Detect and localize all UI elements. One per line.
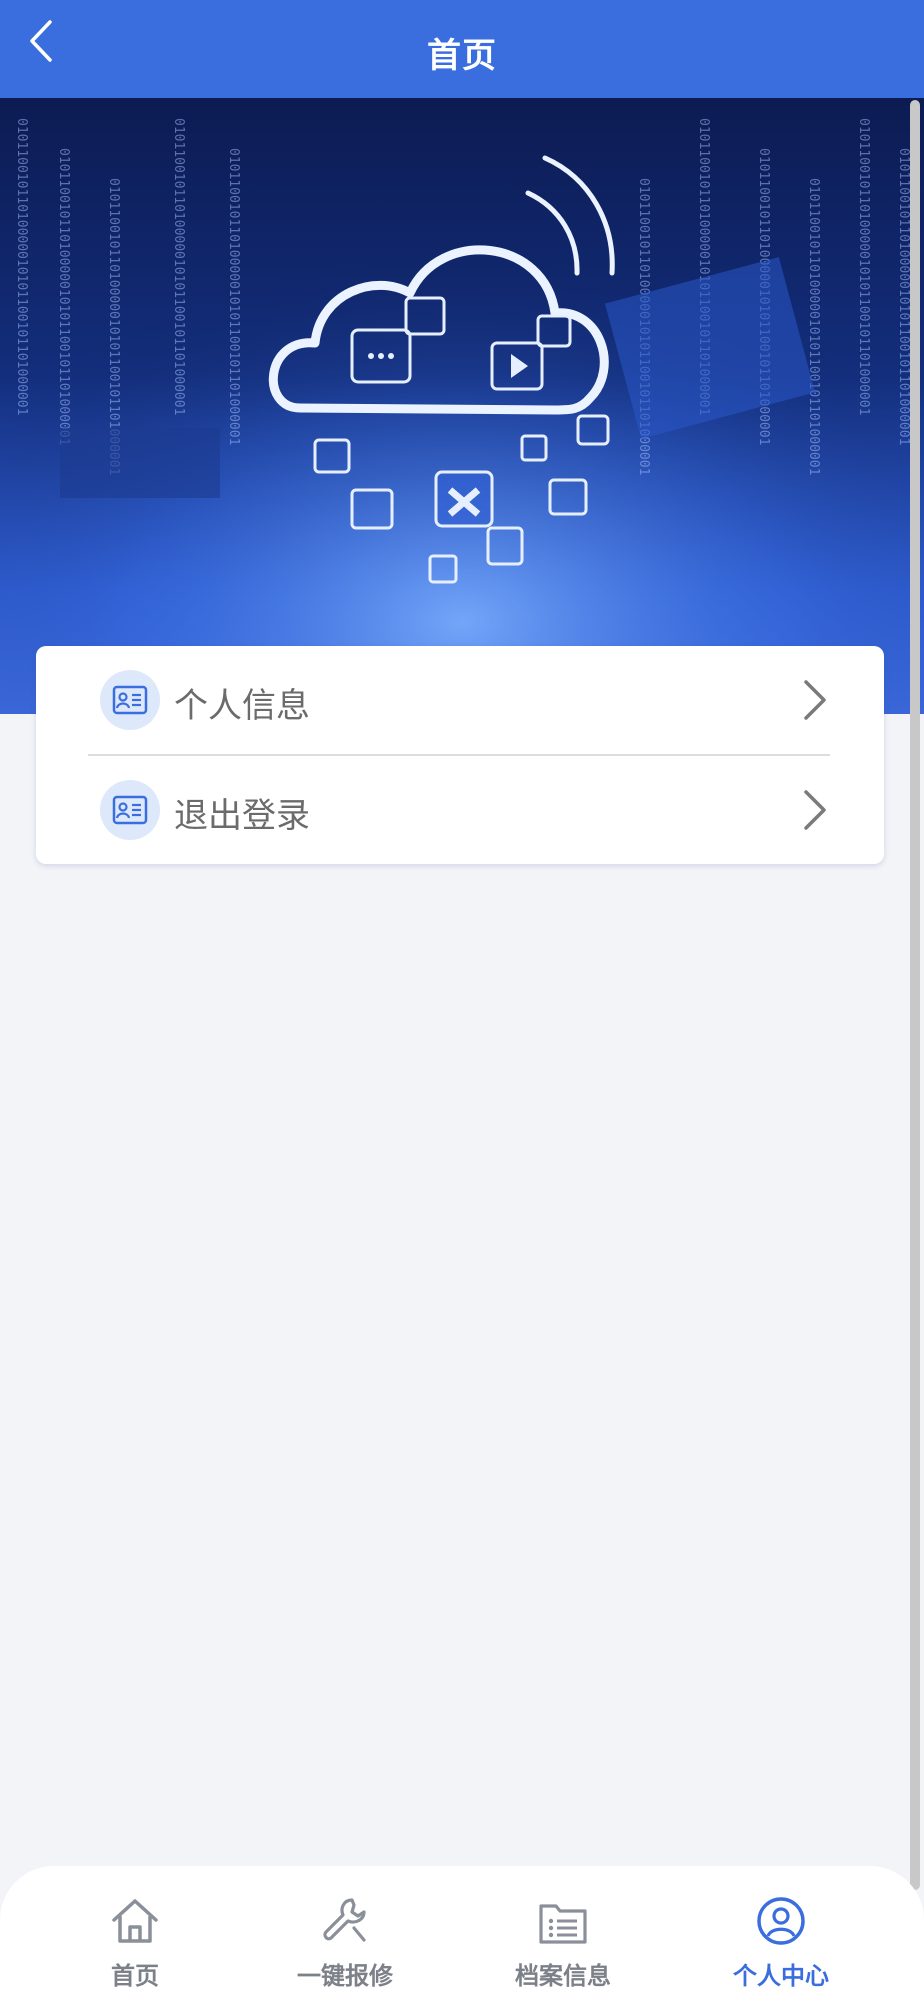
menu-item-logout[interactable]: 退出登录 bbox=[36, 756, 884, 864]
tab-home[interactable]: 首页 bbox=[20, 1866, 250, 2000]
binary-column: 01011001011010000010101100101101000001 bbox=[806, 178, 821, 475]
tab-label: 个人中心 bbox=[733, 1962, 829, 1990]
tab-archive[interactable]: 档案信息 bbox=[448, 1866, 678, 2000]
tab-label: 档案信息 bbox=[515, 1962, 611, 1990]
wrench-icon bbox=[323, 1898, 366, 1942]
scrollbar[interactable] bbox=[910, 100, 920, 1890]
banner-image: 01011001011010000010101100101101000001 01… bbox=[0, 98, 924, 714]
binary-column: 01011001011010000010101100101101000001 bbox=[171, 118, 186, 415]
chevron-right-icon bbox=[804, 790, 826, 830]
cloud-technology-illustration: 01011001011010000010101100101101000001 01… bbox=[0, 98, 924, 714]
tab-profile[interactable]: 个人中心 bbox=[666, 1866, 896, 2000]
bottom-tab-bar: 首页 一键报修 档案信息 个人中心 bbox=[0, 1866, 924, 2000]
id-card-icon bbox=[100, 670, 160, 730]
binary-column: 01011001011010000010101100101101000001 bbox=[856, 118, 871, 415]
home-icon bbox=[112, 1899, 158, 1943]
binary-column: 01011001011010000010101100101101000001 bbox=[896, 148, 911, 445]
menu-item-personal-info[interactable]: 个人信息 bbox=[36, 646, 884, 754]
tab-label: 首页 bbox=[111, 1962, 159, 1990]
id-card-icon bbox=[100, 780, 160, 840]
tab-repair[interactable]: 一键报修 bbox=[230, 1866, 460, 2000]
menu-item-label: 个人信息 bbox=[174, 686, 310, 726]
binary-column: 01011001011010000010101100101101000001 bbox=[14, 118, 29, 415]
page-title: 首页 bbox=[427, 36, 497, 76]
menu-item-label: 退出登录 bbox=[174, 796, 310, 836]
chevron-right-icon bbox=[804, 680, 826, 720]
folder-list-icon bbox=[539, 1904, 587, 1944]
binary-column: 01011001011010000010101100101101000001 bbox=[226, 148, 241, 445]
menu-card: 个人信息 退出登录 bbox=[36, 646, 884, 864]
binary-column: 01011001011010000010101100101101000001 bbox=[56, 148, 71, 445]
tab-label: 一键报修 bbox=[297, 1962, 393, 1990]
header-bar: 首页 bbox=[0, 0, 924, 98]
user-circle-icon bbox=[757, 1897, 805, 1945]
